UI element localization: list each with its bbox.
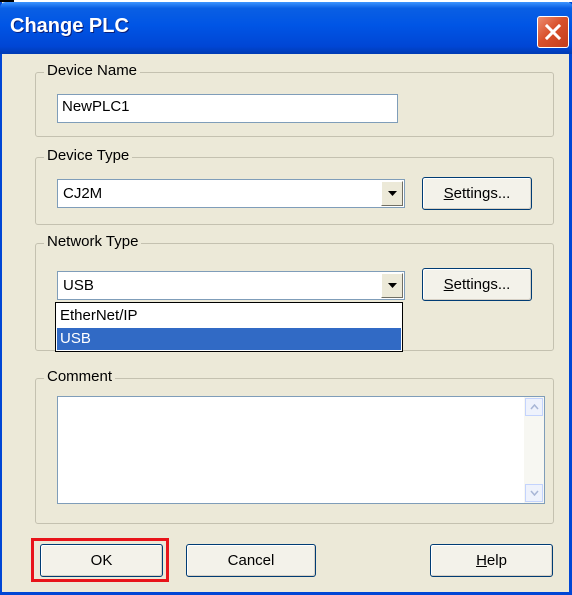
settings-accelerator: S	[443, 276, 454, 293]
cancel-button[interactable]: Cancel	[186, 544, 316, 577]
ok-highlight-box	[31, 538, 169, 582]
device-type-legend: Device Type	[44, 147, 133, 164]
comment-textarea[interactable]	[57, 396, 545, 504]
device-type-dropdown-button[interactable]	[381, 181, 403, 206]
device-name-input[interactable]: NewPLC1	[57, 94, 398, 123]
scroll-up-arrow-icon	[529, 404, 539, 410]
title-bar[interactable]: Change PLC	[0, 2, 572, 54]
network-type-select[interactable]: USB	[57, 271, 405, 300]
close-icon	[544, 23, 562, 41]
help-button[interactable]: Help	[430, 544, 553, 577]
network-type-dropdown-list: EtherNet/IP USB	[55, 302, 403, 352]
dialog-title: Change PLC	[10, 15, 129, 37]
scroll-up-button[interactable]	[525, 398, 543, 416]
help-accelerator: H	[476, 552, 487, 569]
network-type-legend: Network Type	[44, 233, 142, 250]
comment-scrollbar[interactable]	[524, 397, 544, 503]
chevron-down-icon	[387, 283, 397, 288]
network-option-usb[interactable]: USB	[57, 328, 401, 350]
network-type-settings-button[interactable]: Settings...	[422, 268, 532, 301]
device-type-settings-button[interactable]: Settings...	[422, 177, 532, 210]
network-type-dropdown-button[interactable]	[381, 273, 403, 298]
comment-legend: Comment	[44, 368, 116, 385]
settings-label: ettings...	[453, 276, 511, 293]
device-name-legend: Device Name	[44, 62, 141, 79]
network-option-ethernet-ip[interactable]: EtherNet/IP	[57, 305, 401, 327]
settings-accelerator: S	[443, 185, 454, 202]
help-label: elp	[486, 552, 507, 569]
network-type-value: USB	[63, 277, 94, 294]
close-button[interactable]	[537, 16, 569, 48]
chevron-down-icon	[387, 191, 397, 196]
device-type-value: CJ2M	[63, 185, 103, 202]
settings-label: ettings...	[453, 185, 511, 202]
scroll-down-arrow-icon	[529, 490, 539, 496]
scroll-down-button[interactable]	[525, 484, 543, 502]
change-plc-dialog: Change PLC Device Name NewPLC1 Device Ty…	[0, 2, 572, 595]
device-type-select[interactable]: CJ2M	[57, 179, 405, 208]
